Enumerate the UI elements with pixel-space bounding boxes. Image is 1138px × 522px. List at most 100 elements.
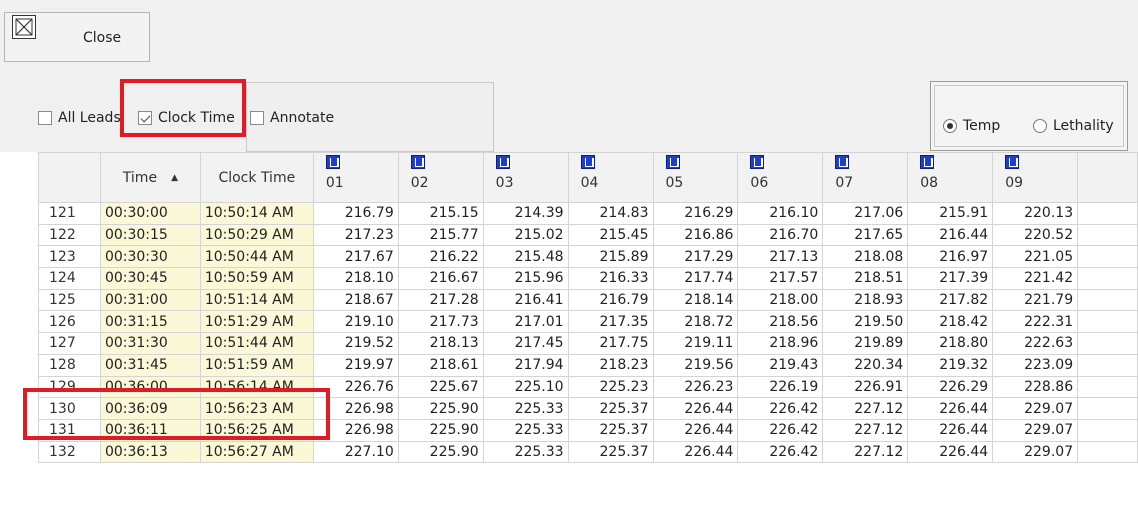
lead-header-1[interactable]: 02 [397,152,484,203]
value-cell: 217.01 [482,310,569,334]
value-cell: 226.44 [652,397,739,420]
row-number-cell: 122 [38,223,101,247]
clock-time-checkbox[interactable]: Clock Time [138,109,235,127]
time-cell: 00:30:15 [99,223,201,247]
clock-time-cell: 10:51:44 AM [199,332,314,355]
all-leads-box[interactable] [38,111,52,125]
time-cell: 00:31:45 [99,353,201,377]
value-cell: 216.33 [567,267,654,290]
lead-header-0[interactable]: 01 [312,152,399,203]
lead-header-4[interactable]: 05 [652,152,739,203]
lead-header-2[interactable]: 03 [482,152,569,203]
clock-time-cell: 10:51:29 AM [199,310,314,334]
toolbar: Close [0,0,1138,70]
value-cell: 218.51 [822,267,909,290]
lead-header-5[interactable]: 06 [737,152,824,203]
value-cell: 221.05 [992,245,1079,269]
value-cell: 225.90 [397,418,484,442]
lead-header-label: 02 [410,175,429,191]
value-cell: 218.61 [397,353,484,377]
value-cell: 218.72 [652,310,739,334]
value-cell: 225.90 [397,397,484,420]
lead-header-3[interactable]: 04 [567,152,654,203]
value-cell: 225.67 [397,375,484,399]
value-cell: 226.44 [652,440,739,464]
table-row[interactable]: 131 00:36:11 10:56:25 AM 226.98 225.90 225.33… [38,418,1138,442]
value-cell: 220.52 [992,223,1079,247]
value-cell: 229.07 [992,440,1079,464]
value-cell: 217.74 [652,267,739,290]
value-cell: 218.23 [567,353,654,377]
temp-radio[interactable]: Temp [943,118,1000,134]
table-row[interactable]: 122 00:30:15 10:50:29 AM 217.23 215.77 215.02… [38,223,1138,247]
time-cell: 00:36:13 [99,440,201,464]
time-cell: 00:31:15 [99,310,201,334]
close-label: Close [83,30,122,46]
value-cell: 218.96 [737,332,824,355]
row-number-cell: 124 [38,267,101,290]
value-cell: 225.33 [482,418,569,442]
table-row[interactable]: 130 00:36:09 10:56:23 AM 226.98 225.90 225.33… [38,397,1138,420]
value-cell: 217.23 [312,223,399,247]
value-cell: 218.08 [822,245,909,269]
partial-cell [1077,397,1138,420]
lead-header-partial[interactable] [1077,152,1138,203]
table-row[interactable]: 132 00:36:13 10:56:27 AM 227.10 225.90 225.33… [38,440,1138,464]
all-leads-checkbox[interactable]: All Leads [38,109,121,127]
partial-cell [1077,202,1138,225]
table-row[interactable]: 121 00:30:00 10:50:14 AM 216.79 215.15 214.39… [38,202,1138,225]
value-cell: 214.39 [482,202,569,225]
table-row[interactable]: 128 00:31:45 10:51:59 AM 219.97 218.61 217.94… [38,353,1138,377]
lead-icon [1005,155,1020,169]
value-cell: 226.19 [737,375,824,399]
table-row[interactable]: 123 00:30:30 10:50:44 AM 217.67 216.22 215.48… [38,245,1138,269]
value-cell: 218.42 [907,310,994,334]
clock-time-cell: 10:50:44 AM [199,245,314,269]
table-row[interactable]: 124 00:30:45 10:50:59 AM 218.10 216.67 215.96… [38,267,1138,290]
clock-time-box[interactable] [138,111,152,125]
value-cell: 216.79 [567,288,654,312]
table-row[interactable]: 127 00:31:30 10:51:44 AM 219.52 218.13 217.45… [38,332,1138,355]
lethality-radio[interactable]: Lethality [1033,118,1114,134]
annotate-box[interactable] [250,111,264,125]
sort-ascending-icon: ▲ [171,172,178,183]
time-header[interactable]: Time ▲ [99,152,201,203]
lead-header-6[interactable]: 07 [822,152,909,203]
row-number-cell: 130 [38,397,101,420]
temp-label: Temp [963,118,1001,134]
time-cell: 00:30:45 [99,267,201,290]
value-cell: 225.23 [567,375,654,399]
lead-icon [920,155,935,169]
row-number-header[interactable] [38,152,101,203]
lead-header-8[interactable]: 09 [992,152,1079,203]
value-cell: 227.12 [822,440,909,464]
data-grid[interactable]: Time ▲ Clock Time 01 02 03 04 05 06 07 08 09 121 0… [38,152,1138,522]
partial-cell [1077,245,1138,269]
lead-icon [750,155,765,169]
lethality-label: Lethality [1053,118,1114,134]
clock-time-header[interactable]: Clock Time [199,152,314,203]
clock-time-cell: 10:50:59 AM [199,267,314,290]
row-number-cell: 132 [38,440,101,464]
value-cell: 215.45 [567,223,654,247]
clock-time-cell: 10:56:14 AM [199,375,314,399]
value-cell: 225.90 [397,440,484,464]
value-cell: 218.13 [397,332,484,355]
value-cell: 226.29 [907,375,994,399]
table-row[interactable]: 126 00:31:15 10:51:29 AM 219.10 217.73 217.01… [38,310,1138,334]
table-row[interactable]: 129 00:36:00 10:56:14 AM 226.76 225.67 225.10… [38,375,1138,399]
value-cell: 226.98 [312,418,399,442]
time-cell: 00:30:00 [99,202,201,225]
close-button[interactable]: Close [4,12,150,62]
lead-header-7[interactable]: 08 [907,152,994,203]
lethality-radio-dot[interactable] [1033,119,1047,133]
temp-radio-dot[interactable] [943,119,957,133]
value-cell: 226.44 [652,418,739,442]
row-number-cell: 123 [38,245,101,269]
value-cell: 221.42 [992,267,1079,290]
clock-time-cell: 10:51:59 AM [199,353,314,377]
annotate-checkbox[interactable]: Annotate [250,109,334,127]
value-cell: 216.44 [907,223,994,247]
table-row[interactable]: 125 00:31:00 10:51:14 AM 218.67 217.28 216.41… [38,288,1138,312]
time-cell: 00:31:30 [99,332,201,355]
